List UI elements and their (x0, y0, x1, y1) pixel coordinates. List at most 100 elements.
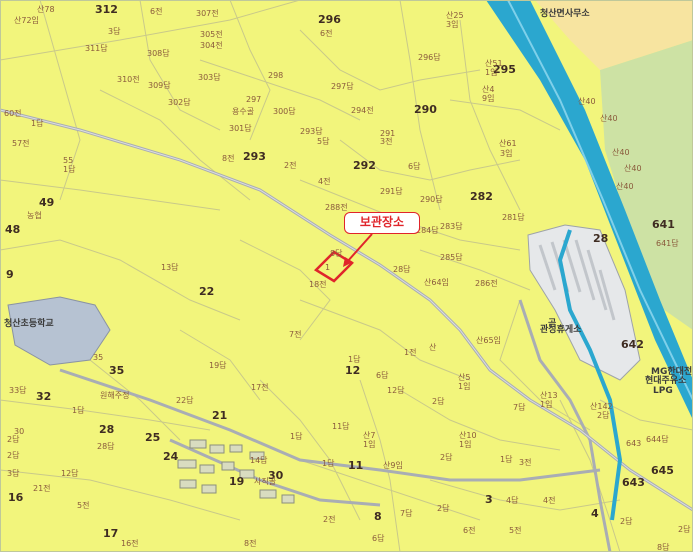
lot-number-label: 4 (591, 507, 599, 520)
lot-number-label: 303답 (198, 73, 221, 82)
lot-number-label: 1답 (290, 432, 303, 441)
lot-number-label: 28 (593, 232, 609, 245)
lot-number-label: 304전 (200, 41, 223, 50)
lot-number-label: 2답 (440, 453, 453, 462)
lot-number-label: 3임 (500, 149, 513, 158)
lot-number-label: 8전 (222, 154, 235, 163)
lot-number-label: 6답 (376, 371, 389, 380)
lot-number-label: 2전 (323, 515, 336, 524)
lot-number-label: 산40 (600, 114, 618, 123)
lot-number-label: 산13 (540, 391, 558, 400)
lot-number-label: 18전 (309, 280, 327, 289)
lot-number-label: 290 (414, 103, 437, 116)
lot-number-label: 3전 (519, 458, 532, 467)
lot-number-label: 298 (268, 71, 284, 80)
lot-number-label: 1답 (31, 119, 44, 128)
lot-number-label: 32 (36, 390, 52, 403)
lot-number-label: 산10 (459, 431, 477, 440)
lot-number-label: 55 (63, 156, 74, 165)
lot-number-label: 산5 (458, 373, 471, 382)
lot-number-label: 용수골 (232, 107, 255, 116)
lot-number-label: 13답 (161, 263, 179, 272)
lot-number-label: 288전 (325, 203, 348, 212)
lot-number-label: 1답 (348, 355, 361, 364)
lot-number-label: 305전 (200, 30, 223, 39)
lot-number-label: 17전 (251, 383, 269, 392)
lot-number-label: 48 (5, 223, 21, 236)
lot-number-label: 6답 (372, 534, 385, 543)
storage-location-marker[interactable]: 보관장소 (344, 212, 420, 234)
lot-number-label: 16전 (121, 539, 139, 548)
lot-number-label: 641 (652, 218, 675, 231)
lot-number-label: 3답 (108, 27, 121, 36)
lot-number-label: 35 (93, 353, 104, 362)
lot-number-label: 3답 (7, 469, 20, 478)
lot-number-label: 291답 (380, 187, 403, 196)
lot-number-label: 19답 (209, 361, 227, 370)
lot-number-label: 산72임 (14, 16, 39, 25)
lot-number-label: 2답 (7, 451, 20, 460)
lot-number-label: 307전 (196, 9, 219, 18)
lot-number-label: 2답 (597, 411, 610, 420)
lot-number-label: 1 (325, 263, 331, 272)
lot-number-label: 2답 (432, 397, 445, 406)
lot-number-label: 296답 (418, 53, 441, 62)
lot-number-label: 308답 (147, 49, 170, 58)
lot-number-label: 9임 (482, 94, 495, 103)
lot-number-label: 24 (163, 450, 179, 463)
lot-number-label: 산40 (578, 97, 596, 106)
lot-number-label: 22 (199, 285, 215, 298)
lot-number-label: 28답 (97, 442, 115, 451)
lot-number-label: 11답 (332, 422, 350, 431)
lot-number-label: 7전 (289, 330, 302, 339)
lot-number-label: 302답 (168, 98, 191, 107)
lot-number-label: 22답 (176, 396, 194, 405)
marker-callout-arrow (343, 233, 373, 267)
lot-number-label: 산 (429, 343, 437, 352)
lot-number-label: 2답 (620, 517, 633, 526)
lot-number-label: 1임 (540, 400, 553, 409)
lot-number-label: 1답 (322, 459, 335, 468)
lot-number-label: 300답 (273, 107, 296, 116)
lot-number-label: 산61 (499, 139, 517, 148)
lot-number-label: 사직골 (254, 477, 277, 486)
lot-number-label: 644답 (646, 435, 669, 444)
lot-number-label: 산51 (485, 59, 503, 68)
place-name-label: 청산초등학교 (4, 319, 54, 329)
lot-number-label: 3 (485, 493, 493, 506)
lot-number-label: 311답 (85, 44, 108, 53)
lot-number-label: 5답 (317, 137, 330, 146)
lot-number-label: 19 (229, 475, 245, 488)
lot-number-label: 282 (470, 190, 493, 203)
lot-number-label: 293 (243, 150, 266, 163)
lot-number-label: 2답 (437, 504, 450, 513)
lot-number-label: 25 (145, 431, 161, 444)
lot-number-label: 11 (348, 459, 364, 472)
lot-number-label: 286전 (475, 279, 498, 288)
lot-number-label: 33답 (9, 386, 27, 395)
lot-number-label: 6전 (463, 526, 476, 535)
lot-number-label: 297 (246, 95, 262, 104)
lot-number-label: 산9임 (383, 461, 403, 470)
lot-number-label: 296 (318, 13, 341, 26)
lot-number-label: 원해주정 (100, 391, 130, 400)
cadastral-map[interactable]: 312 307전 6전 296 6전 산78 산72임 3답 305전 304전 311답 308답 2… (0, 0, 693, 552)
lot-number-label: 6전 (150, 7, 163, 16)
lot-number-label: 643 (622, 476, 645, 489)
lot-number-label: 산142 (590, 402, 613, 411)
lot-number-label: 산40 (612, 148, 630, 157)
lot-number-label: 35 (109, 364, 125, 377)
lot-number-label: 645 (651, 464, 674, 477)
lot-number-label: 산65임 (476, 336, 501, 345)
lot-number-label: 농협 (27, 211, 42, 220)
lot-number-label: 6답 (408, 162, 421, 171)
lot-number-label: 5전 (509, 526, 522, 535)
lot-number-label: 1답 (63, 165, 76, 174)
lot-number-label: 2답 (678, 525, 691, 534)
lot-number-label: 4전 (318, 177, 331, 186)
lot-number-label: 8답 (330, 249, 343, 258)
lot-number-label: 2답 (7, 435, 20, 444)
place-name-label: LPG (653, 386, 673, 396)
lot-number-label: 642 (621, 338, 644, 351)
lot-number-label: 293답 (300, 127, 323, 136)
